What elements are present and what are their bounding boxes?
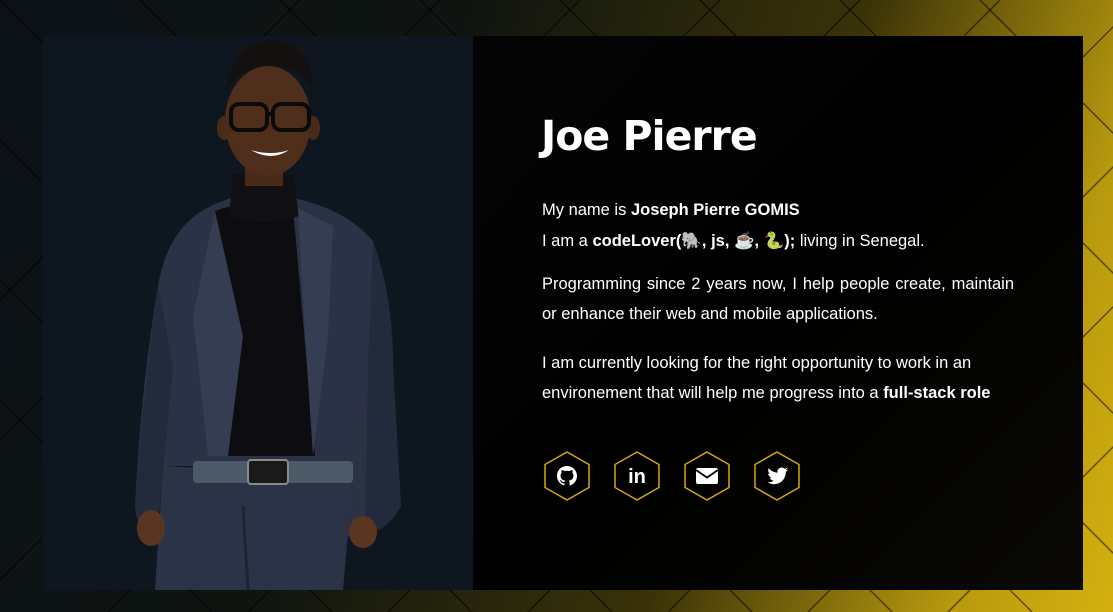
intro-text: My name is Joseph Pierre GOMIS I am a co… (542, 195, 1014, 257)
linkedin-button[interactable]: in (614, 451, 660, 501)
goal-role: full-stack role (883, 383, 991, 402)
envelope-icon (684, 451, 730, 501)
linkedin-label: in (628, 466, 646, 488)
github-icon (544, 451, 590, 501)
full-name: Joseph Pierre GOMIS (630, 201, 800, 219)
profile-card: Joe Pierre My name is Joseph Pierre GOMI… (43, 36, 1083, 590)
intro-line1-prefix: My name is (542, 201, 631, 219)
profile-photo (43, 36, 473, 590)
twitter-icon (754, 451, 800, 501)
experience-paragraph: Programming since 2 years now, I help pe… (542, 275, 1014, 323)
code-lover: codeLover(🐘, js, ☕, 🐍); (592, 232, 796, 250)
email-button[interactable] (684, 451, 730, 501)
social-links: in (544, 451, 800, 501)
linkedin-icon: in (614, 451, 660, 501)
goal-paragraph: I am currently looking for the right opp… (542, 349, 1014, 408)
intro-line2-suffix: living in Senegal. (795, 232, 925, 250)
intro-line2-prefix: I am a (542, 232, 593, 250)
profile-name: Joe Pierre (541, 112, 758, 160)
github-button[interactable] (544, 451, 590, 501)
info-panel: Joe Pierre My name is Joseph Pierre GOMI… (473, 36, 1083, 590)
person-illustration (135, 40, 401, 590)
twitter-button[interactable] (754, 451, 800, 501)
